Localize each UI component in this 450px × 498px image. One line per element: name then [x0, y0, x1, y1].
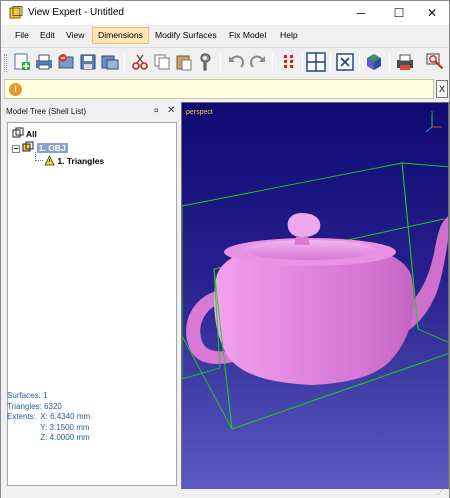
3d-viewport[interactable]: perspect y [181, 102, 449, 495]
cut-icon[interactable] [130, 52, 150, 72]
print-preview-icon[interactable] [100, 52, 120, 72]
menu-fix-model[interactable]: Fix Model [224, 27, 271, 44]
panel-close-button[interactable]: ✕ [167, 105, 175, 116]
info-bar-close-button[interactable]: X [436, 80, 448, 98]
panel-header: Model Tree (Shell List) ¤ ✕ [4, 104, 181, 120]
stat-extents-z: Z: 4.0000 mm [7, 433, 90, 442]
viewport-scene: y [182, 110, 448, 430]
pin-icon[interactable]: ¤ [154, 106, 158, 115]
render-icon[interactable] [364, 52, 384, 72]
printer-icon[interactable] [395, 52, 415, 72]
stat-triangles: Triangles: 6320 [7, 401, 62, 411]
toolbar-separator [220, 53, 221, 73]
toolbar-separator [330, 53, 331, 73]
menu-view[interactable]: View [61, 27, 89, 44]
menu-help[interactable]: Help [275, 27, 303, 44]
app-window: View Expert - Untitled ─ ☐ ✕ File Edit V… [0, 0, 450, 498]
collapse-toggle[interactable]: − [12, 145, 20, 153]
status-bar [1, 489, 449, 498]
title-bar: View Expert - Untitled ─ ☐ ✕ [1, 1, 449, 25]
panel-title: Model Tree (Shell List) [6, 107, 87, 116]
grid-icon[interactable] [279, 52, 299, 72]
warning-icon [44, 155, 55, 166]
object-icon [22, 141, 34, 152]
axis-triad-icon: y [425, 110, 442, 133]
teapot-knob [287, 213, 321, 237]
tree-node-all-label: All [26, 129, 37, 139]
toolbar-separator [272, 53, 273, 73]
select-icon[interactable] [306, 52, 326, 72]
tree-node-triangles-label: 1. Triangles [57, 156, 105, 166]
resize-grip-icon[interactable]: ⋰ [437, 488, 444, 496]
menu-edit[interactable]: Edit [35, 27, 60, 44]
close-model-icon[interactable] [335, 52, 355, 72]
toolbar [1, 47, 449, 77]
menu-modify-surfaces[interactable]: Modify Surfaces [150, 27, 222, 44]
tree-node-all[interactable]: All [12, 127, 37, 140]
menu-file[interactable]: File [10, 27, 34, 44]
minimize-button[interactable]: ─ [342, 1, 380, 25]
shells-icon [12, 127, 24, 138]
undo-icon[interactable] [226, 52, 246, 72]
menu-bar: File Edit View Dimensions Modify Surface… [1, 25, 449, 46]
info-bar: i [4, 79, 434, 99]
paste-icon[interactable] [174, 52, 194, 72]
app-icon [9, 6, 23, 20]
save-icon[interactable] [78, 52, 98, 72]
redo-icon[interactable] [248, 52, 268, 72]
repair-icon[interactable] [196, 52, 216, 72]
model-stats: Surfaces: 1 Triangles: 6320 Extents: X: … [7, 391, 177, 444]
copy-icon[interactable] [152, 52, 172, 72]
print-icon[interactable] [34, 52, 54, 72]
close-window-button[interactable]: ✕ [413, 1, 450, 25]
toolbar-separator [359, 53, 360, 73]
new-icon[interactable] [12, 52, 32, 72]
toolbar-separator [302, 53, 303, 73]
tree-connector [35, 152, 43, 161]
teapot-lid [244, 240, 376, 260]
stat-extents-x: Extents: X: 6.4340 mm [7, 412, 91, 421]
toolbar-grip[interactable] [4, 54, 7, 72]
search-icon[interactable] [425, 52, 445, 72]
toolbar-separator [389, 53, 390, 73]
open-icon[interactable] [56, 52, 76, 72]
menu-dimensions[interactable]: Dimensions [92, 27, 149, 44]
window-title: View Expert - Untitled [28, 7, 124, 18]
stat-extents-y: Y: 3.1500 mm [7, 422, 90, 432]
tree-node-triangles[interactable]: 1. Triangles [44, 155, 104, 168]
teapot-knob-stem [294, 237, 310, 245]
info-icon: i [9, 83, 22, 96]
stat-surfaces: Surfaces: 1 [7, 391, 48, 400]
toolbar-separator [124, 53, 125, 73]
svg-text:y: y [431, 110, 434, 116]
